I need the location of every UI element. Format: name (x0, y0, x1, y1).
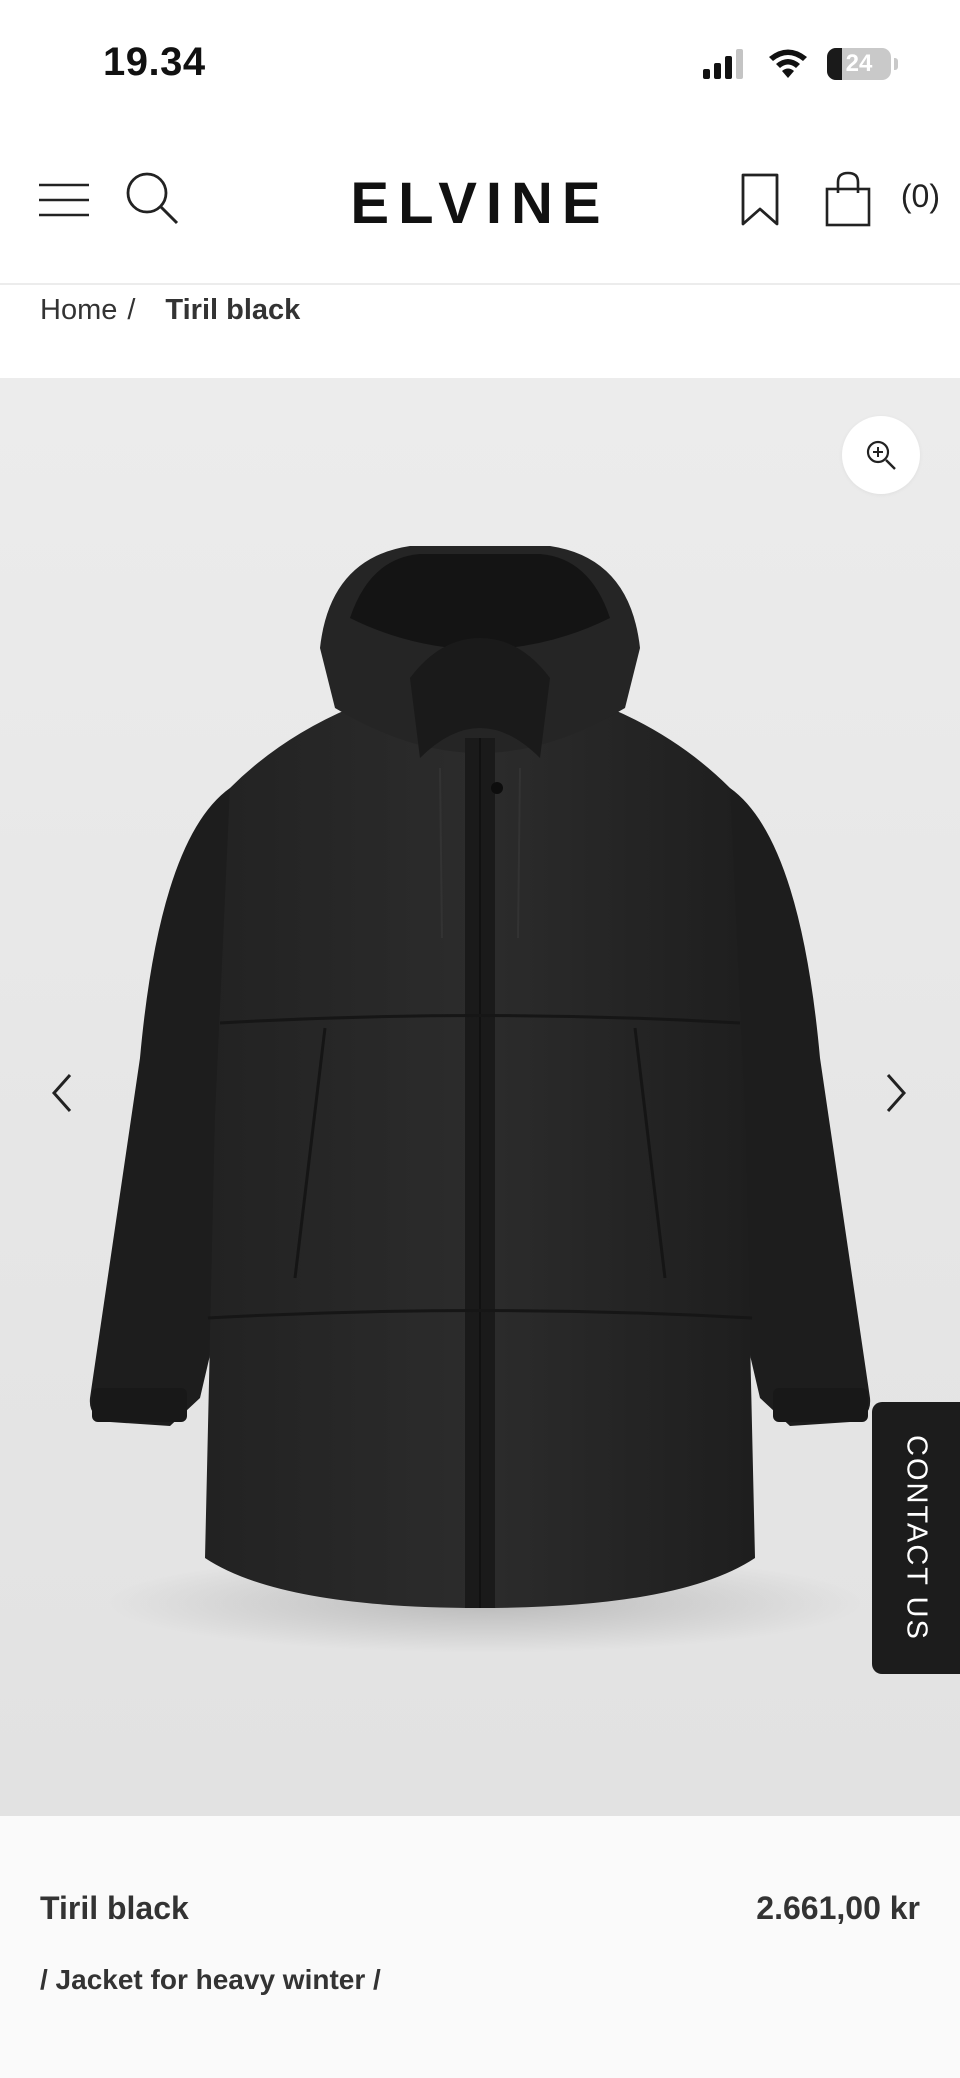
wishlist-button[interactable] (738, 172, 782, 228)
battery-indicator: 24 (827, 48, 891, 80)
cart-button[interactable] (824, 170, 872, 228)
site-header: ELVINE (0) (0, 130, 960, 285)
battery-tip (894, 58, 898, 70)
previous-image-button[interactable] (42, 1063, 82, 1123)
product-name: Tiril black (40, 1890, 189, 1926)
chevron-right-icon (886, 1074, 907, 1112)
product-image (89, 546, 871, 1653)
breadcrumb-current: Tiril black (165, 294, 301, 326)
zoom-button[interactable] (842, 416, 920, 494)
brand-logo[interactable]: ELVINE (0, 170, 960, 237)
status-time: 19.34 (103, 40, 206, 84)
breadcrumb: Home / Tiril black (40, 294, 300, 327)
status-bar: 19.34 24 (0, 0, 960, 130)
cart-count[interactable]: (0) (901, 178, 940, 215)
product-info: Tiril black 2.661,00 kr / Jacket for hea… (0, 1816, 960, 2078)
contact-us-label: CONTACT US (900, 1435, 933, 1641)
bookmark-icon (741, 173, 779, 226)
chevron-left-icon (51, 1074, 72, 1112)
status-icons: 24 (703, 44, 898, 84)
cellular-signal-icon (703, 49, 743, 79)
product-image-gallery[interactable] (0, 378, 960, 1816)
product-price: 2.661,00 kr (756, 1890, 920, 1926)
contact-us-tab[interactable]: CONTACT US (872, 1402, 960, 1674)
shopping-bag-icon (825, 171, 871, 227)
next-image-button[interactable] (876, 1063, 916, 1123)
breadcrumb-home[interactable]: Home (40, 294, 117, 327)
zoom-in-icon (866, 440, 896, 470)
product-subtitle: / Jacket for heavy winter / (40, 1964, 381, 1995)
wifi-icon (769, 49, 807, 78)
breadcrumb-separator: / (127, 294, 136, 326)
battery-percent: 24 (845, 50, 873, 77)
